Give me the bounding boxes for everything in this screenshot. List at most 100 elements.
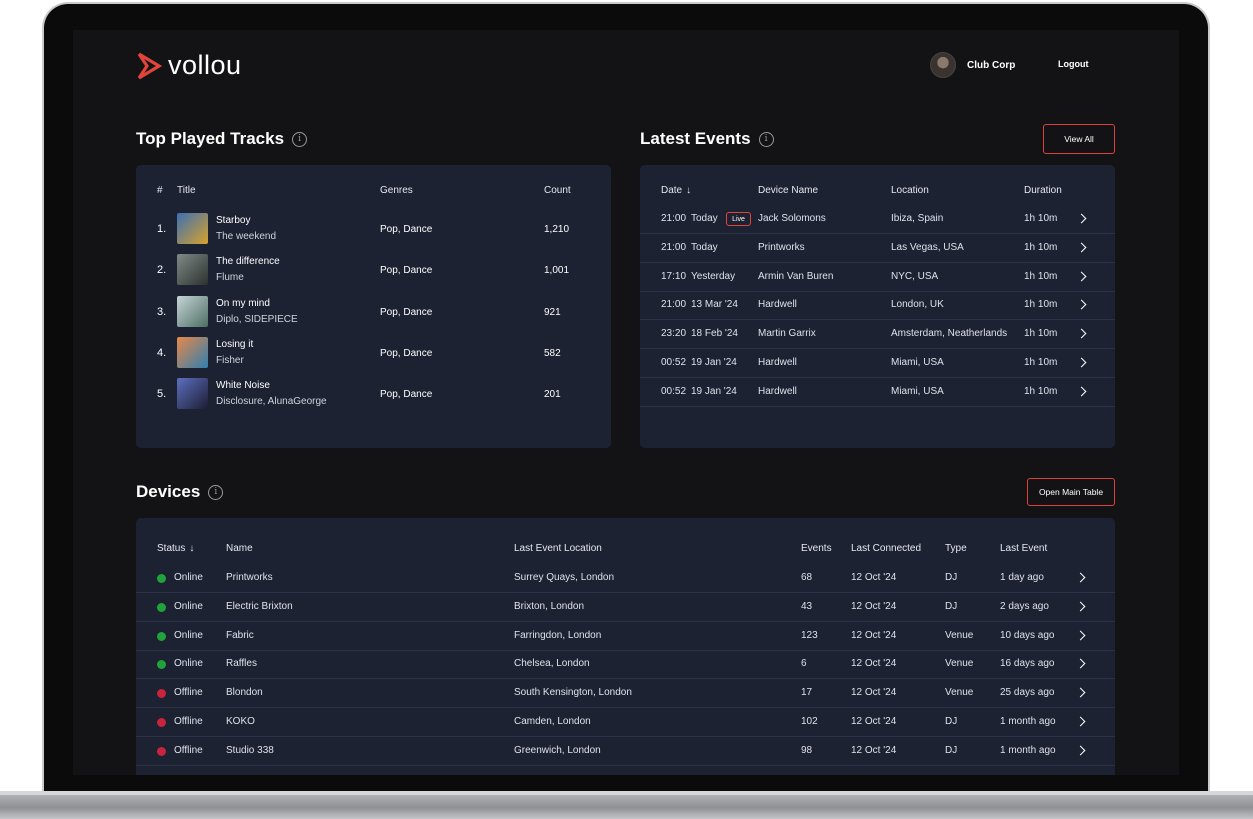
column-header-device-name: Device Name [758, 185, 819, 196]
chevron-right-icon[interactable] [1075, 687, 1086, 698]
live-badge: Live [726, 212, 751, 226]
column-header-type: Type [945, 543, 967, 554]
event-location: Miami, USA [891, 385, 944, 397]
device-row[interactable]: Offline Studio 338 Greenwich, London 98 12 O… [136, 737, 1115, 766]
event-time: 00:52 [661, 357, 687, 368]
chevron-right-icon[interactable] [1076, 242, 1087, 253]
chevron-right-icon[interactable] [1076, 328, 1087, 339]
open-main-table-button[interactable]: Open Main Table [1027, 478, 1115, 506]
event-row[interactable]: 21:00 Today Printworks Las Vegas, USA 1h 10m [640, 234, 1115, 263]
device-last-connected: 12 Oct '24 [851, 600, 897, 612]
chevron-right-icon[interactable] [1076, 357, 1087, 368]
event-location: Las Vegas, USA [891, 241, 964, 253]
device-last-event: 10 days ago [1000, 629, 1055, 641]
event-location: Miami, USA [891, 357, 944, 368]
track-row[interactable]: 2. The difference Flume Pop, Dance 1,001 [136, 251, 611, 292]
device-events: 102 [801, 716, 818, 727]
event-row[interactable]: 23:20 18 Feb '24 Martin Garrix Amsterdam, N… [640, 320, 1115, 350]
track-title: Starboy [216, 215, 251, 226]
view-all-button[interactable]: View All [1043, 124, 1115, 154]
event-day: 19 Jan '24 [691, 357, 737, 368]
device-last-connected: 12 Oct '24 [851, 629, 897, 641]
device-last-connected: 12 Oct '24 [851, 658, 897, 670]
status-dot-icon [157, 746, 166, 756]
chevron-right-icon[interactable] [1075, 630, 1086, 641]
column-header-status[interactable]: Status ↓ [157, 543, 194, 554]
app-name: vollou [168, 50, 242, 80]
device-last-event-location: Greenwich, London [514, 744, 601, 756]
device-last-event-location: Surrey Quays, London [514, 572, 615, 583]
device-row[interactable]: Online Fabric Farringdon, London 123 12 Oct … [136, 622, 1115, 651]
event-device-name: Hardwell [758, 299, 797, 311]
track-rank: 1. [157, 223, 167, 235]
chevron-right-icon[interactable] [1076, 386, 1087, 397]
event-duration: 1h 10m [1024, 328, 1058, 340]
track-rank: 5. [157, 388, 167, 401]
device-name: Printworks [226, 572, 273, 583]
track-count: 201 [544, 389, 561, 401]
chevron-right-icon[interactable] [1075, 745, 1086, 756]
track-count: 1,210 [544, 224, 570, 235]
app-logo[interactable]: vollou [136, 50, 242, 81]
device-last-event: 1 month ago [1000, 716, 1056, 727]
device-name: Raffles [226, 658, 257, 670]
album-art [177, 378, 208, 410]
column-header-genres: Genres [380, 185, 413, 196]
avatar [930, 52, 956, 78]
chevron-right-icon[interactable] [1075, 572, 1086, 583]
chevron-right-icon[interactable] [1075, 601, 1086, 612]
device-status: Online [174, 600, 203, 612]
event-device-name: Hardwell [758, 357, 797, 368]
device-row[interactable]: Offline Blondon South Kensington, London 17… [136, 679, 1115, 709]
device-events: 6 [801, 658, 807, 670]
device-row[interactable]: Online Electric Brixton Brixton, London 43 1… [136, 593, 1115, 622]
track-rank: 3. [157, 305, 167, 318]
track-genres: Pop, Dance [380, 265, 433, 277]
chevron-right-icon[interactable] [1075, 658, 1086, 669]
event-row[interactable]: 21:00 Today Live Jack Solomons Ibiza, Spain 1… [640, 205, 1115, 234]
chevron-right-icon[interactable] [1075, 716, 1086, 727]
column-header-status-label: Status [157, 543, 186, 554]
device-name: Studio 338 [226, 744, 274, 756]
event-device-name: Hardwell [758, 385, 797, 397]
track-row[interactable]: 3. On my mind Diplo, SIDEPIECE Pop, Dance 92… [136, 293, 611, 334]
event-row[interactable]: 21:00 13 Mar '24 Hardwell London, UK 1h 10m [640, 291, 1115, 321]
status-dot-icon [157, 602, 166, 612]
track-row[interactable]: 4. Losing it Fisher Pop, Dance 582 [136, 334, 611, 375]
chevron-right-icon[interactable] [1076, 271, 1087, 282]
info-icon[interactable]: i [758, 131, 774, 147]
event-day: Today [691, 213, 718, 224]
device-row[interactable]: Online Printworks Surrey Quays, London 68 12… [136, 564, 1115, 593]
track-count: 1,001 [544, 265, 570, 277]
logout-button[interactable]: Logout [1058, 59, 1089, 69]
event-row[interactable]: 00:52 19 Jan '24 Hardwell Miami, USA 1h 10m [640, 378, 1115, 407]
track-row[interactable]: 1. Starboy The weekend Pop, Dance 1,210 [136, 210, 611, 251]
column-header-date-label: Date [661, 185, 683, 196]
user-profile[interactable]: Club Corp [930, 52, 1015, 78]
event-day: Today [691, 241, 718, 253]
info-icon[interactable]: i [208, 484, 224, 500]
event-row[interactable]: 17:10 Yesterday Armin Van Buren NYC, USA 1h … [640, 263, 1115, 292]
column-header-date[interactable]: Date ↓ [661, 185, 691, 196]
event-day: 18 Feb '24 [691, 328, 738, 340]
device-row[interactable]: Offline KOKO Camden, London 102 12 Oct '24 DJ… [136, 708, 1115, 737]
track-title: White Noise [216, 380, 270, 392]
track-title: The difference [216, 256, 280, 268]
device-last-event: 25 days ago [1000, 687, 1055, 699]
device-status: Offline [174, 687, 203, 699]
device-name: Electric Brixton [226, 600, 293, 612]
event-row[interactable]: 00:52 19 Jan '24 Hardwell Miami, USA 1h 10m [640, 349, 1115, 378]
latest-events-card: Date ↓ Device Name Location Duration 21:… [640, 165, 1115, 448]
device-last-event: 2 days ago [1000, 600, 1049, 612]
chevron-right-icon[interactable] [1076, 299, 1087, 310]
event-duration: 1h 10m [1024, 385, 1058, 397]
album-art [177, 213, 208, 244]
info-icon[interactable]: i [292, 131, 308, 147]
column-header-count: Count [544, 185, 571, 196]
chevron-right-icon[interactable] [1076, 213, 1087, 224]
laptop-base-edge [0, 791, 1253, 795]
event-time: 21:00 [661, 299, 687, 311]
device-type: Venue [945, 658, 974, 670]
track-row[interactable]: 5. White Noise Disclosure, AlunaGeorge Pop,… [136, 375, 611, 416]
device-row[interactable]: Online Raffles Chelsea, London 6 12 Oct '24 V… [136, 650, 1115, 680]
